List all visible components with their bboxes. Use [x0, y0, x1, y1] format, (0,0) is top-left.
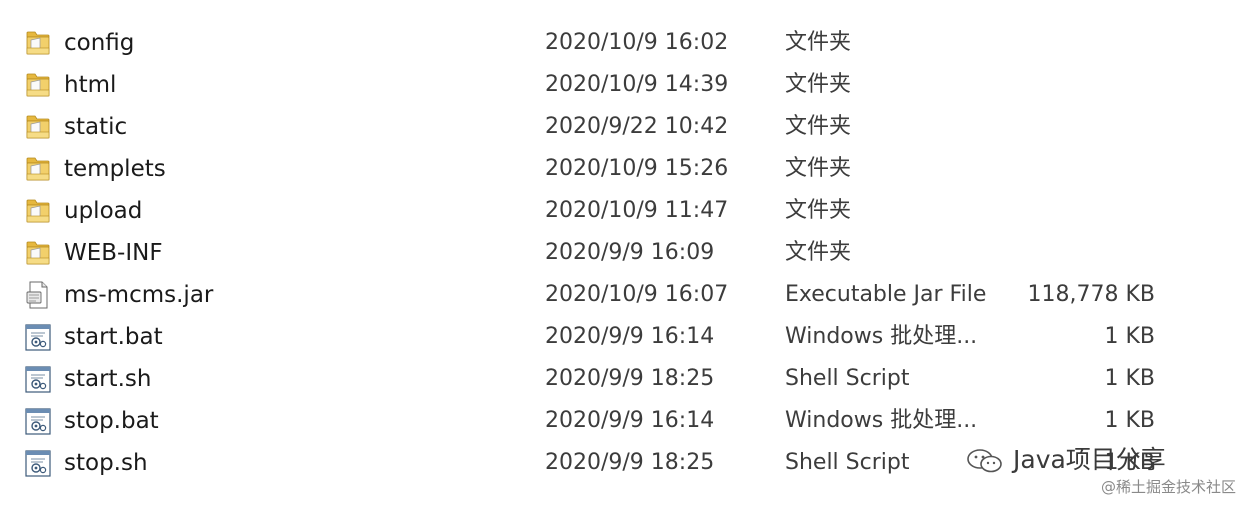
jar-file-icon: [24, 280, 52, 310]
file-size: 1 KB: [1104, 366, 1155, 391]
file-modified-date: 2020/10/9 16:02: [545, 30, 729, 55]
folder-icon: [24, 28, 52, 58]
file-row[interactable]: templets 2020/10/9 15:26 文件夹: [0, 148, 1250, 190]
folder-icon: [24, 112, 52, 142]
folder-icon: [24, 196, 52, 226]
file-name[interactable]: html: [64, 64, 116, 106]
file-list: config 2020/10/9 16:02 文件夹 html 2020/10/9 1…: [0, 22, 1250, 484]
file-modified-date: 2020/10/9 16:07: [545, 282, 729, 307]
file-type: 文件夹: [785, 156, 852, 181]
watermark-source: @稀土掘金技术社区: [1100, 478, 1236, 496]
file-type: 文件夹: [785, 240, 852, 265]
file-modified-date: 2020/9/9 16:09: [545, 240, 715, 265]
file-name[interactable]: start.sh: [64, 358, 151, 400]
file-modified-date: 2020/9/9 16:14: [545, 408, 715, 433]
file-name[interactable]: static: [64, 106, 127, 148]
file-modified-date: 2020/9/9 18:25: [545, 450, 715, 475]
file-name[interactable]: start.bat: [64, 316, 163, 358]
folder-icon: [24, 70, 52, 100]
file-row[interactable]: ms-mcms.jar 2020/10/9 16:07 Executable Jar…: [0, 274, 1250, 316]
file-type: 文件夹: [785, 72, 852, 97]
wechat-icon: [967, 449, 1002, 473]
file-name[interactable]: stop.sh: [64, 442, 148, 484]
file-modified-date: 2020/9/9 16:14: [545, 324, 715, 349]
file-row[interactable]: stop.bat 2020/9/9 16:14 Windows 批处理... 1 KB: [0, 400, 1250, 442]
file-modified-date: 2020/9/9 18:25: [545, 366, 715, 391]
file-row[interactable]: html 2020/10/9 14:39 文件夹: [0, 64, 1250, 106]
file-size: 1 KB: [1104, 324, 1155, 349]
script-file-icon: [24, 322, 52, 352]
watermark-main-text: Java项目分享: [1013, 445, 1166, 474]
file-type: Windows 批处理...: [785, 408, 978, 433]
file-modified-date: 2020/9/22 10:42: [545, 114, 729, 139]
file-modified-date: 2020/10/9 14:39: [545, 72, 729, 97]
file-type: Shell Script: [785, 366, 910, 391]
file-row[interactable]: static 2020/9/22 10:42 文件夹: [0, 106, 1250, 148]
file-name[interactable]: config: [64, 22, 134, 64]
folder-icon: [24, 154, 52, 184]
file-type: Executable Jar File: [785, 282, 987, 307]
file-modified-date: 2020/10/9 15:26: [545, 156, 729, 181]
file-size: 118,778 KB: [1027, 282, 1156, 307]
file-type: 文件夹: [785, 114, 852, 139]
folder-icon: [24, 238, 52, 268]
file-row[interactable]: start.sh 2020/9/9 18:25 Shell Script 1 KB: [0, 358, 1250, 400]
script-file-icon: [24, 364, 52, 394]
script-file-icon: [24, 406, 52, 436]
file-type: Windows 批处理...: [785, 324, 978, 349]
script-file-icon: [24, 448, 52, 478]
file-name[interactable]: upload: [64, 190, 142, 232]
file-type: 文件夹: [785, 30, 852, 55]
file-type: 文件夹: [785, 198, 852, 223]
watermark-title: Java项目分享: [965, 440, 1166, 480]
file-size: 1 KB: [1104, 408, 1155, 433]
file-row[interactable]: WEB-INF 2020/9/9 16:09 文件夹: [0, 232, 1250, 274]
file-name[interactable]: templets: [64, 148, 166, 190]
file-name[interactable]: stop.bat: [64, 400, 159, 442]
file-row[interactable]: config 2020/10/9 16:02 文件夹: [0, 22, 1250, 64]
file-name[interactable]: ms-mcms.jar: [64, 274, 213, 316]
file-type: Shell Script: [785, 450, 910, 475]
file-row[interactable]: upload 2020/10/9 11:47 文件夹: [0, 190, 1250, 232]
file-row[interactable]: start.bat 2020/9/9 16:14 Windows 批处理... 1 K…: [0, 316, 1250, 358]
file-modified-date: 2020/10/9 11:47: [545, 198, 729, 223]
file-name[interactable]: WEB-INF: [64, 232, 163, 274]
